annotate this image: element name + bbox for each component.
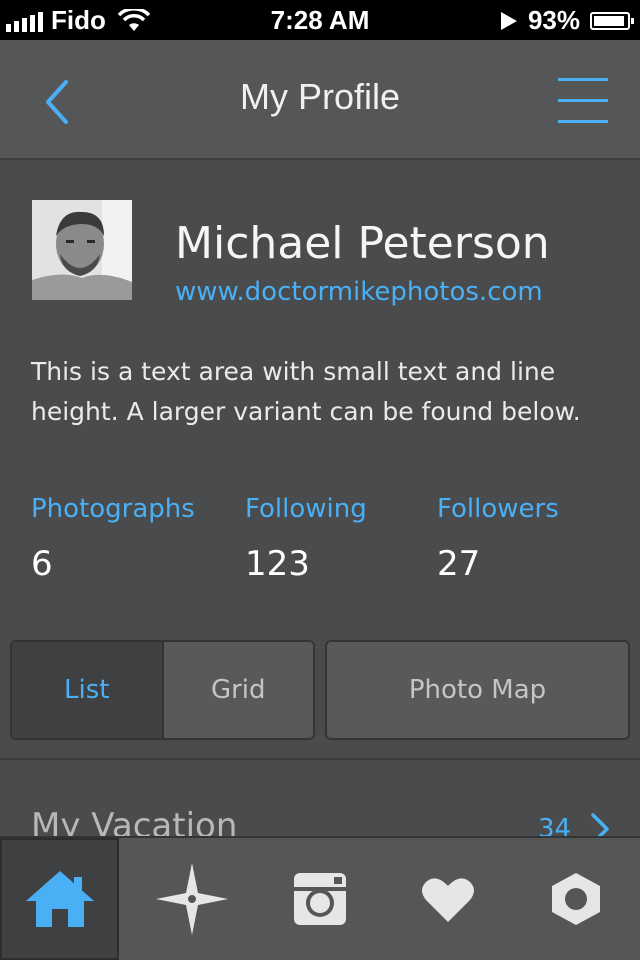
stat-label: Followers xyxy=(437,494,559,524)
photo-map-button[interactable]: Photo Map xyxy=(325,640,630,740)
profile-website-link[interactable]: www.doctormikephotos.com xyxy=(175,277,543,307)
battery-icon xyxy=(590,11,634,30)
tab-bar xyxy=(0,836,640,960)
avatar-photo xyxy=(32,200,132,300)
heart-icon xyxy=(422,878,474,922)
settings-hexagon-icon xyxy=(552,873,600,925)
profile-bio: This is a text area with small text and … xyxy=(31,357,581,426)
compass-star-icon xyxy=(156,863,228,935)
avatar xyxy=(32,200,132,300)
camera-icon xyxy=(294,873,346,925)
page-title: My Profile xyxy=(239,76,401,117)
battery-percent: 93% xyxy=(527,5,580,35)
stat-value: 123 xyxy=(245,544,310,584)
photo-map-label: Photo Map xyxy=(408,675,547,705)
location-play-icon xyxy=(500,11,517,30)
tab-camera[interactable] xyxy=(258,838,382,960)
section-divider xyxy=(0,758,640,760)
tab-explore[interactable] xyxy=(130,838,254,960)
stat-label: Following xyxy=(245,494,367,524)
navigation-bar: My Profile xyxy=(0,40,640,160)
stat-photographs[interactable]: Photographs 6 xyxy=(31,494,195,584)
tab-settings[interactable] xyxy=(514,838,638,960)
stat-value: 27 xyxy=(437,544,481,584)
grid-view-button[interactable]: Grid xyxy=(163,642,313,738)
stat-value: 6 xyxy=(31,544,53,584)
tab-favorites[interactable] xyxy=(386,838,510,960)
stat-label: Photographs xyxy=(31,494,195,524)
status-right: 93% xyxy=(500,5,634,36)
hamburger-menu-icon[interactable] xyxy=(558,78,608,124)
view-mode-segmented-control: List Grid xyxy=(10,640,315,740)
stat-followers[interactable]: Followers 27 xyxy=(437,494,559,584)
tab-home[interactable] xyxy=(0,838,119,960)
list-view-button[interactable]: List xyxy=(12,642,164,738)
status-bar: Fido 7:28 AM 93% xyxy=(0,0,640,40)
stat-following[interactable]: Following 123 xyxy=(245,494,367,584)
home-icon xyxy=(25,871,94,927)
profile-name: Michael Peterson xyxy=(175,218,550,269)
